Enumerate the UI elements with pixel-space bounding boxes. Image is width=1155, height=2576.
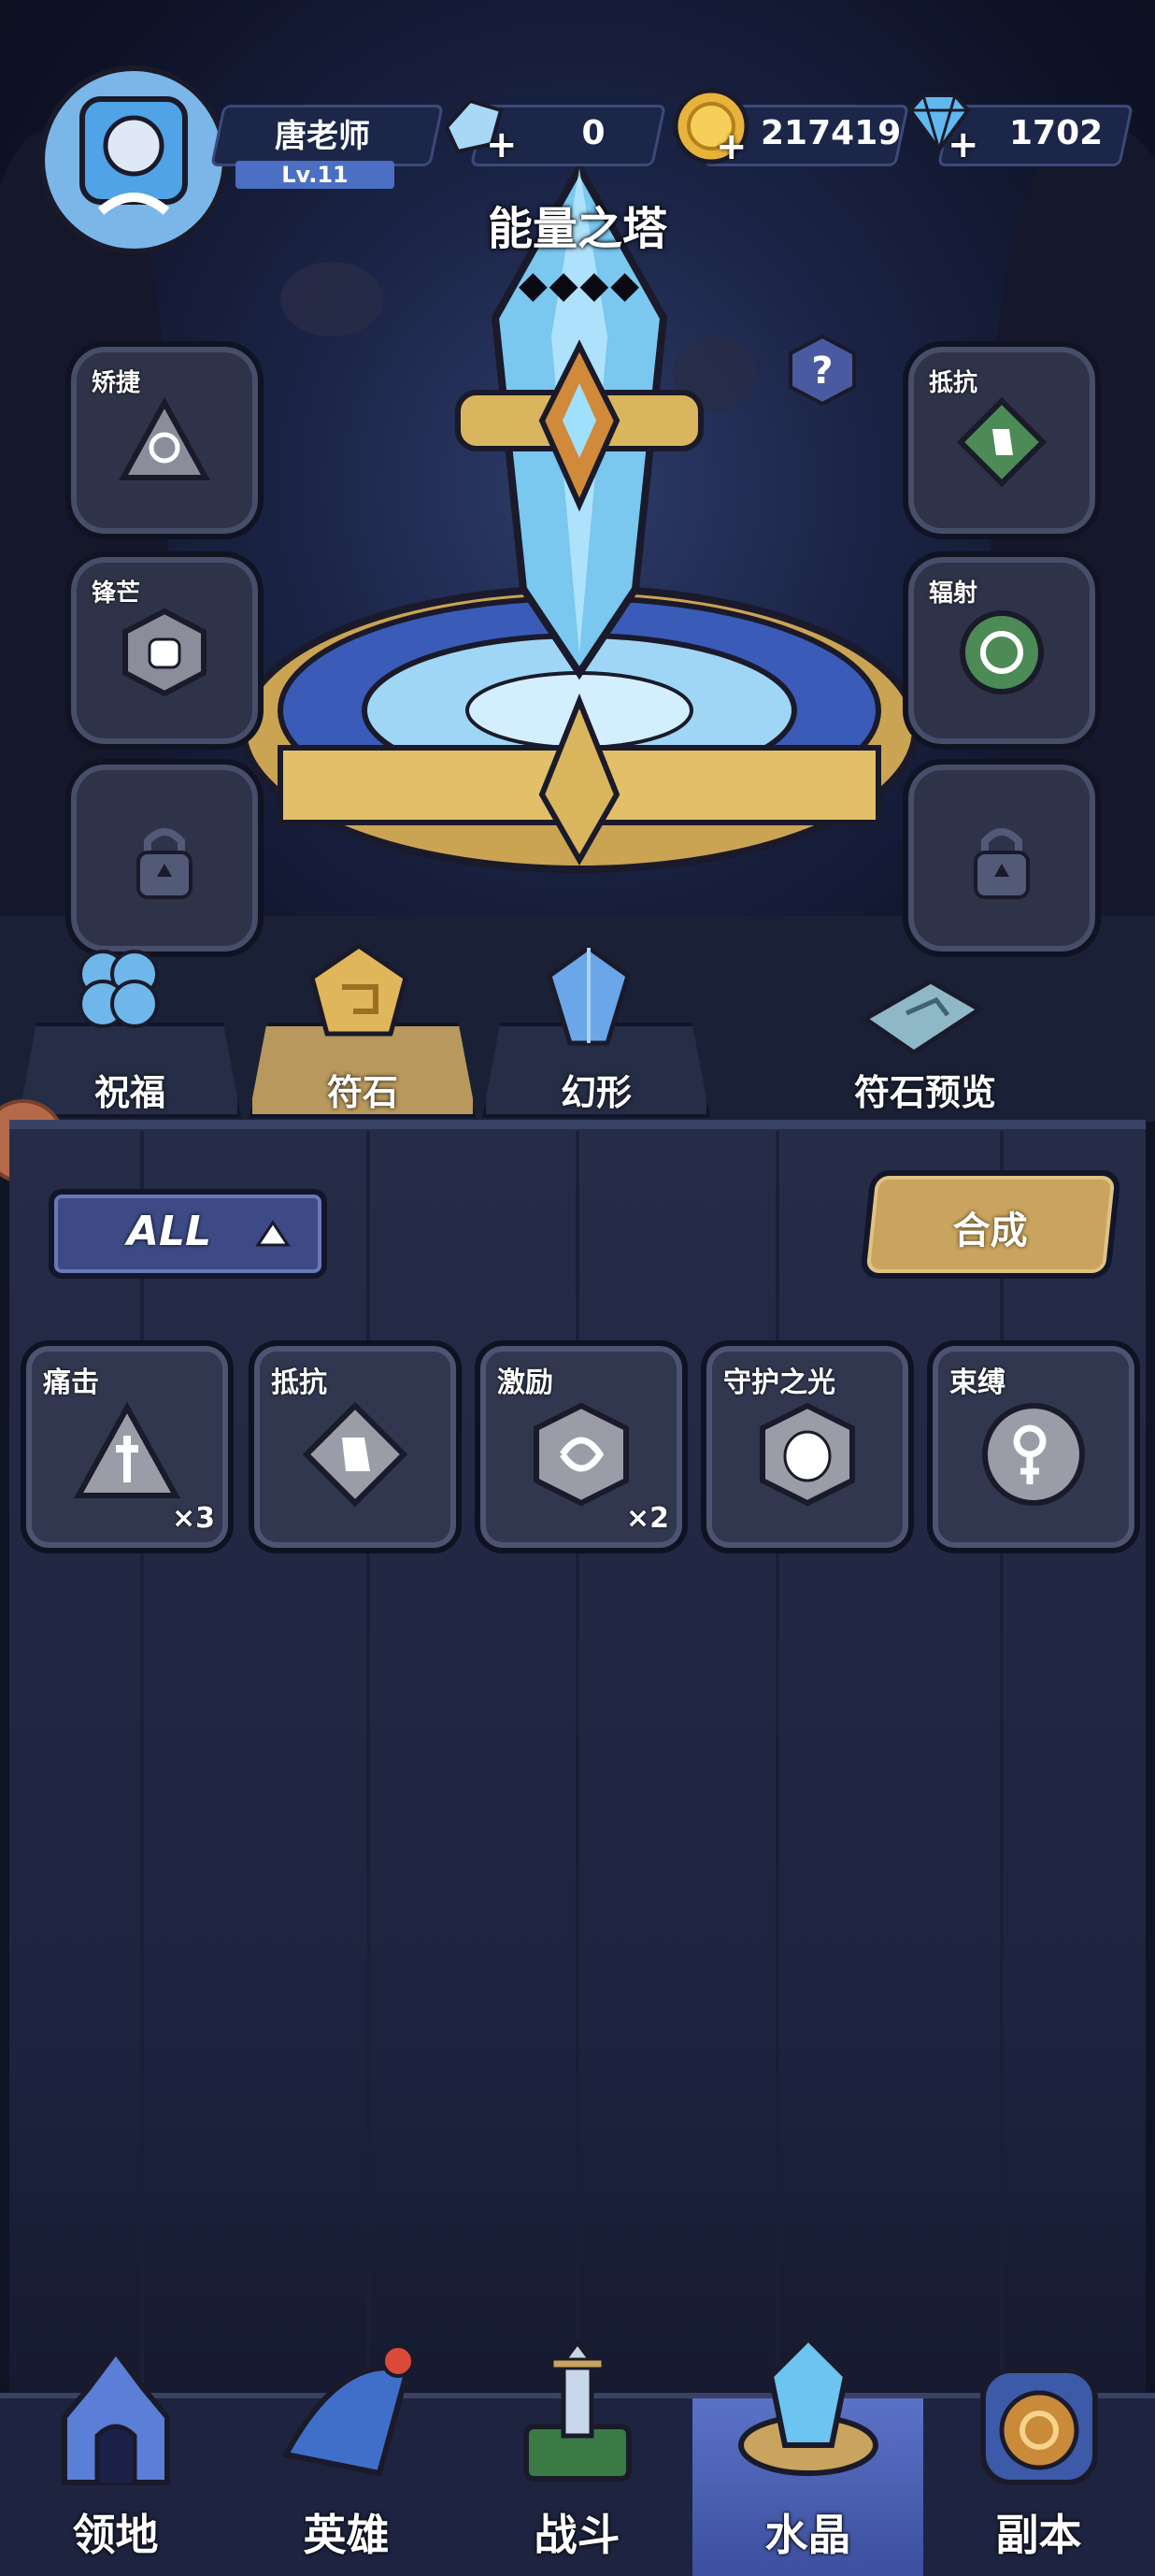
caret-up-icon	[255, 1220, 291, 1247]
strike-rune-icon	[73, 1401, 181, 1498]
nav-label: 领地	[72, 2510, 159, 2560]
crystal-icon	[737, 2334, 878, 2476]
tower-title: 能量之塔	[487, 203, 667, 255]
slot-label: 矫捷	[92, 369, 141, 397]
rune-stone-icon	[309, 942, 408, 1037]
item-label: 抵抗	[271, 1367, 327, 1399]
item-label: 守护之光	[723, 1367, 835, 1399]
help-icon[interactable]: ?	[785, 333, 860, 408]
avatar-character-icon	[79, 96, 188, 215]
panel-divider	[366, 1131, 370, 2383]
panel-divider	[1000, 1131, 1004, 2383]
wizard-hat-icon	[280, 2344, 415, 2477]
nav-label: 水晶	[764, 2510, 851, 2560]
rune-item-2[interactable]: 抵抗	[249, 1340, 462, 1553]
item-label: 束缚	[949, 1367, 1005, 1399]
clover-icon	[78, 950, 159, 1028]
tab-label: 祝福	[93, 1072, 165, 1113]
item-count: ×2	[625, 1502, 669, 1535]
tower-level-pips: ◆◆◆◆	[519, 264, 642, 307]
add-diamond-icon[interactable]: +	[948, 123, 979, 166]
bind-rune-icon	[982, 1403, 1085, 1506]
gold-count: 217419	[761, 114, 902, 152]
guardian-light-rune-icon	[760, 1402, 855, 1507]
nav-label: 英雄	[303, 2510, 390, 2560]
blue-crystal-icon	[547, 944, 631, 1046]
player-level: Lv.11	[235, 161, 394, 189]
bottom-nav: 领地 英雄 战斗 水晶 副本	[0, 2334, 1155, 2576]
filter-label: ALL	[127, 1208, 212, 1255]
lock-icon	[974, 828, 1030, 899]
synthesize-label: 合成	[952, 1209, 1028, 1252]
slot-label: 辐射	[929, 580, 978, 608]
rune-book-icon	[861, 979, 984, 1056]
nav-heroes[interactable]: 英雄	[231, 2344, 462, 2576]
edge-rune-icon	[122, 608, 207, 697]
tab-label: 符石	[326, 1072, 398, 1113]
panel-divider	[576, 1131, 579, 2383]
filter-dropdown[interactable]: ALL	[49, 1189, 327, 1279]
item-label: 痛击	[43, 1367, 99, 1399]
rune-item-4[interactable]: 守护之光	[701, 1340, 914, 1553]
avatar[interactable]	[39, 65, 228, 254]
resist-rune-icon	[956, 396, 1048, 488]
rune-item-5[interactable]: 束缚	[927, 1340, 1140, 1553]
rune-preview-label: 符石预览	[853, 1072, 996, 1113]
item-label: 激励	[497, 1367, 553, 1399]
nav-territory[interactable]: 领地	[0, 2347, 231, 2576]
rune-slot-right-2[interactable]: 辐射	[903, 551, 1101, 750]
resist-rune-icon	[302, 1401, 408, 1508]
rune-slot-right-3-locked[interactable]	[903, 759, 1101, 957]
nav-battle[interactable]: 战斗	[462, 2338, 692, 2576]
nav-label: 副本	[995, 2510, 1082, 2560]
nav-crystal[interactable]: 水晶	[692, 2334, 923, 2576]
nav-dungeon[interactable]: 副本	[923, 2368, 1154, 2576]
nav-label: 战斗	[534, 2510, 620, 2560]
slot-label: 锋芒	[92, 580, 141, 608]
svg-text:?: ?	[811, 350, 833, 393]
rune-slot-left-3-locked[interactable]	[65, 759, 264, 957]
player-name: 唐老师	[275, 118, 370, 155]
synthesize-button[interactable]: 合成	[859, 1170, 1122, 1279]
shard-count: 0	[581, 114, 606, 152]
rune-slot-right-1[interactable]: 抵抗	[903, 341, 1101, 539]
add-shard-icon[interactable]: +	[486, 123, 518, 166]
rune-item-3[interactable]: 激励 ×2	[475, 1340, 688, 1553]
panel-divider	[140, 1131, 144, 2383]
agility-rune-icon	[118, 396, 211, 480]
tab-label: 幻形	[560, 1072, 632, 1113]
add-gold-icon[interactable]: +	[716, 125, 748, 168]
castle-icon	[61, 2347, 170, 2485]
lock-icon	[136, 828, 192, 899]
rune-item-1[interactable]: 痛击 ×3	[21, 1340, 234, 1553]
item-count: ×3	[171, 1502, 215, 1535]
sword-book-icon	[522, 2338, 632, 2482]
radiation-rune-icon	[960, 610, 1044, 694]
portal-icon	[979, 2368, 1098, 2485]
diamond-count: 1702	[1009, 114, 1104, 152]
rune-slot-left-2[interactable]: 锋芒	[65, 551, 264, 750]
rune-slot-left-1[interactable]: 矫捷	[65, 341, 264, 539]
slot-label: 抵抗	[929, 369, 978, 397]
inspire-rune-icon	[534, 1402, 629, 1507]
panel-divider	[776, 1131, 779, 2383]
